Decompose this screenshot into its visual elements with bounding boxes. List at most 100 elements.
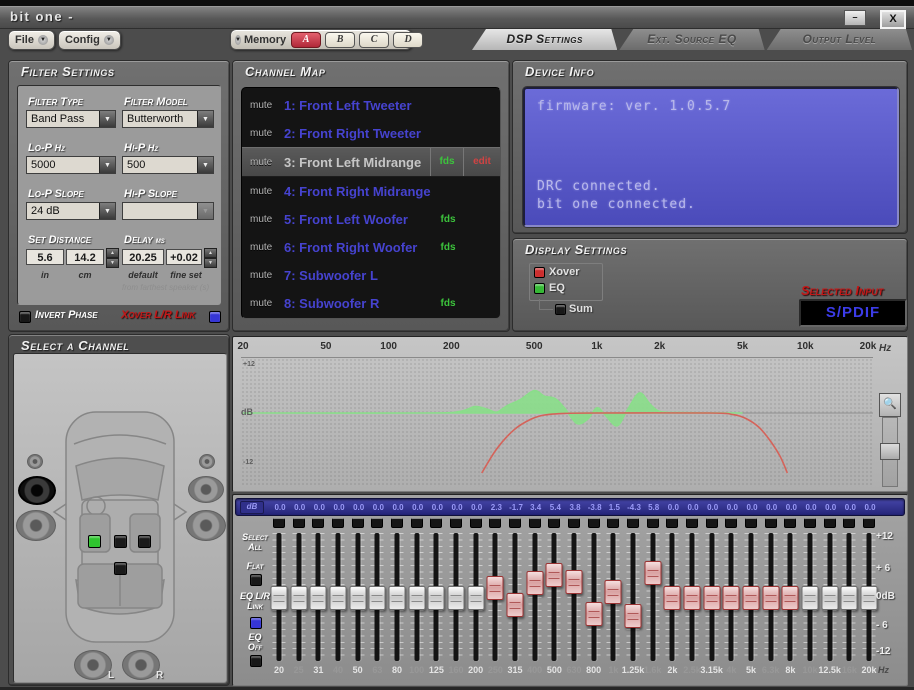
graph-zoom-button[interactable]: 🔍 bbox=[879, 393, 901, 417]
memory-button-a[interactable]: A bbox=[291, 32, 321, 48]
eq-slider-handle-1-25k[interactable] bbox=[625, 604, 642, 628]
band-select-button[interactable] bbox=[529, 518, 541, 528]
close-button[interactable]: X bbox=[880, 10, 906, 29]
eq-slider-handle-31[interactable] bbox=[310, 586, 327, 610]
channel-row[interactable]: mute 7: Subwoofer L bbox=[242, 261, 500, 289]
hi-p-select[interactable]: 500▼ bbox=[122, 156, 214, 174]
slider-track[interactable] bbox=[650, 533, 655, 661]
band-select-button[interactable] bbox=[706, 518, 718, 528]
lo-p-select[interactable]: 5000▼ bbox=[26, 156, 116, 174]
channel-name[interactable]: 8: Subwoofer R bbox=[284, 296, 432, 311]
slider-track[interactable] bbox=[572, 533, 577, 661]
eq-slider-handle-12-5k[interactable] bbox=[821, 586, 838, 610]
sum-checkbox[interactable] bbox=[555, 304, 566, 315]
fds-badge[interactable]: fds bbox=[432, 214, 464, 225]
eq-lr-link-checkbox[interactable] bbox=[250, 617, 262, 629]
channel-row[interactable]: mute6: Front Right Wooferfds bbox=[242, 233, 500, 261]
channel-name[interactable]: 6: Front Right Woofer bbox=[284, 240, 432, 255]
eq-slider-handle-2-5k[interactable] bbox=[684, 586, 701, 610]
band-select-button[interactable] bbox=[489, 518, 501, 528]
band-select-button[interactable] bbox=[450, 518, 462, 528]
channel-row[interactable]: mute5: Front Left Wooferfds bbox=[242, 205, 500, 233]
eq-slider-handle-8k[interactable] bbox=[782, 586, 799, 610]
eq-display-checkbox[interactable] bbox=[534, 283, 545, 294]
fds-badge[interactable]: fds bbox=[430, 148, 463, 176]
channel-name[interactable]: 4: Front Right Midrange bbox=[284, 184, 432, 199]
mute-button[interactable]: mute bbox=[250, 128, 278, 139]
eq-off-button[interactable] bbox=[250, 655, 262, 667]
eq-slider-handle-6-3k[interactable] bbox=[762, 586, 779, 610]
eq-slider-handle-16k[interactable] bbox=[841, 586, 858, 610]
channel-name[interactable]: 3: Front Left Midrange bbox=[284, 155, 430, 170]
channel-row[interactable]: mute 1: Front Left Tweeter bbox=[242, 91, 500, 119]
channel-row[interactable]: mute2: Front Right Tweeter bbox=[242, 119, 500, 147]
band-select-button[interactable] bbox=[647, 518, 659, 528]
speaker-front-left-tweeter[interactable] bbox=[27, 454, 43, 469]
band-select-button[interactable] bbox=[824, 518, 836, 528]
band-select-button[interactable] bbox=[371, 518, 383, 528]
eq-slider-handle-100[interactable] bbox=[408, 586, 425, 610]
eq-slider-handle-2k[interactable] bbox=[664, 586, 681, 610]
eq-slider-handle-160[interactable] bbox=[448, 586, 465, 610]
mute-button[interactable]: mute bbox=[250, 270, 278, 281]
speaker-front-right-tweeter[interactable] bbox=[199, 454, 215, 469]
eq-slider-handle-80[interactable] bbox=[389, 586, 406, 610]
band-select-button[interactable] bbox=[332, 518, 344, 528]
band-select-button[interactable] bbox=[568, 518, 580, 528]
listening-position-rear[interactable] bbox=[114, 562, 127, 575]
memory-button-c[interactable]: C bbox=[359, 32, 389, 48]
band-select-button[interactable] bbox=[607, 518, 619, 528]
speaker-front-right-midrange[interactable] bbox=[188, 476, 224, 503]
eq-slider-handle-500[interactable] bbox=[546, 563, 563, 587]
slider-track[interactable] bbox=[552, 533, 557, 661]
band-select-button[interactable] bbox=[411, 518, 423, 528]
band-select-button[interactable] bbox=[391, 518, 403, 528]
band-select-button[interactable] bbox=[745, 518, 757, 528]
distance-cm-field[interactable]: 14.2 bbox=[66, 249, 104, 265]
edit-button[interactable]: edit bbox=[463, 148, 500, 176]
mute-button[interactable]: mute bbox=[250, 157, 278, 168]
channel-name[interactable]: 7: Subwoofer L bbox=[284, 268, 432, 283]
dropdown-arrow-icon[interactable]: ▼ bbox=[99, 203, 115, 219]
band-select-button[interactable] bbox=[470, 518, 482, 528]
eq-slider-handle-10k[interactable] bbox=[802, 586, 819, 610]
band-select-button[interactable] bbox=[686, 518, 698, 528]
dropdown-arrow-icon[interactable]: ▼ bbox=[99, 111, 115, 127]
mute-button[interactable]: mute bbox=[250, 100, 278, 111]
channel-row[interactable]: mute8: Subwoofer Rfds bbox=[242, 289, 500, 317]
band-select-button[interactable] bbox=[548, 518, 560, 528]
band-select-button[interactable] bbox=[863, 518, 875, 528]
distance-in-field[interactable]: 5.6 bbox=[26, 249, 64, 265]
band-select-button[interactable] bbox=[765, 518, 777, 528]
select-all-label[interactable]: Select All bbox=[233, 532, 277, 552]
eq-slider-handle-25[interactable] bbox=[290, 586, 307, 610]
channel-name[interactable]: 1: Front Left Tweeter bbox=[284, 98, 432, 113]
eq-slider-handle-125[interactable] bbox=[428, 586, 445, 610]
eq-slider-handle-4k[interactable] bbox=[723, 586, 740, 610]
eq-slider-handle-1-6k[interactable] bbox=[644, 561, 661, 585]
eq-slider-handle-630[interactable] bbox=[566, 570, 583, 594]
subwoofer-left-icon[interactable] bbox=[74, 650, 112, 680]
band-select-button[interactable] bbox=[509, 518, 521, 528]
eq-slider-handle-5k[interactable] bbox=[743, 586, 760, 610]
band-select-button[interactable] bbox=[430, 518, 442, 528]
fds-badge[interactable]: fds bbox=[432, 298, 464, 309]
listening-position-front-center[interactable] bbox=[114, 535, 127, 548]
eq-slider-handle-3-15k[interactable] bbox=[703, 586, 720, 610]
channel-row[interactable]: mute4: Front Right Midrange bbox=[242, 177, 500, 205]
eq-slider-handle-20k[interactable] bbox=[861, 586, 878, 610]
tab-ext-source-eq[interactable]: Ext. Source EQ bbox=[619, 29, 764, 50]
band-select-button[interactable] bbox=[804, 518, 816, 528]
delay-default-field[interactable]: 20.25 bbox=[122, 249, 164, 265]
invert-phase-checkbox[interactable] bbox=[19, 311, 31, 323]
channel-name[interactable]: 5: Front Left Woofer bbox=[284, 212, 432, 227]
dropdown-arrow-icon[interactable]: ▼ bbox=[197, 111, 213, 127]
tab-dsp-settings[interactable]: DSP Settings bbox=[472, 29, 617, 50]
minimize-button[interactable]: – bbox=[844, 10, 866, 26]
band-select-button[interactable] bbox=[352, 518, 364, 528]
delay-stepper[interactable]: ▲▼ bbox=[204, 248, 217, 266]
flat-button[interactable] bbox=[250, 574, 262, 586]
dropdown-arrow-icon[interactable]: ▼ bbox=[99, 157, 115, 173]
band-select-button[interactable] bbox=[784, 518, 796, 528]
listening-position-front-right[interactable] bbox=[138, 535, 151, 548]
